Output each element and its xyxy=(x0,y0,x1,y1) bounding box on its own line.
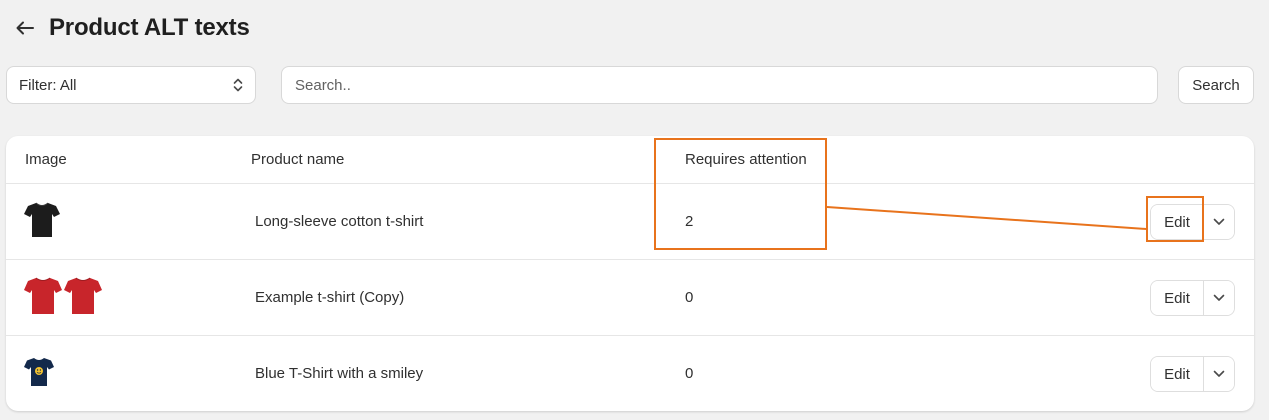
table-row[interactable]: Example t-shirt (Copy) 0 Edit xyxy=(6,260,1254,336)
chevron-down-icon xyxy=(1213,294,1225,301)
column-header-requires-attention: Requires attention xyxy=(685,151,807,168)
product-name: Blue T-Shirt with a smiley xyxy=(255,365,424,382)
attention-count: 0 xyxy=(685,365,694,382)
product-thumbnail[interactable] xyxy=(24,276,102,316)
navy-smiley-tshirt-icon xyxy=(24,358,54,386)
attention-count: 2 xyxy=(685,213,694,230)
table-row[interactable]: Long-sleeve cotton t-shirt 2 Edit xyxy=(6,184,1254,260)
red-tshirt-icon xyxy=(64,277,102,314)
edit-button[interactable]: Edit xyxy=(1151,357,1204,391)
search-input[interactable] xyxy=(281,66,1158,104)
product-thumbnail[interactable] xyxy=(24,352,54,392)
select-chevron-icon xyxy=(233,77,243,93)
chevron-down-icon xyxy=(1213,370,1225,377)
filter-select[interactable]: Filter: All xyxy=(6,66,256,104)
row-actions: Edit xyxy=(1150,356,1235,392)
page-header: Product ALT texts xyxy=(14,12,250,44)
table-header: Image Product name Requires attention xyxy=(6,136,1254,184)
product-name: Example t-shirt (Copy) xyxy=(255,289,405,306)
product-name: Long-sleeve cotton t-shirt xyxy=(255,213,424,230)
edit-button[interactable]: Edit xyxy=(1151,205,1204,239)
more-actions-button[interactable] xyxy=(1204,357,1234,391)
back-arrow-icon[interactable] xyxy=(14,17,36,39)
column-header-product-name: Product name xyxy=(251,151,345,168)
attention-count: 0 xyxy=(685,289,694,306)
black-tshirt-icon xyxy=(24,202,60,237)
more-actions-button[interactable] xyxy=(1204,281,1234,315)
product-thumbnail[interactable] xyxy=(24,200,60,240)
row-actions: Edit xyxy=(1150,280,1235,316)
page-title: Product ALT texts xyxy=(49,14,250,41)
chevron-down-icon xyxy=(1213,218,1225,225)
search-button[interactable]: Search xyxy=(1178,66,1254,104)
column-header-image: Image xyxy=(25,151,67,168)
filter-select-label: Filter: All xyxy=(19,76,77,94)
red-tshirt-icon xyxy=(24,277,62,314)
products-table: Image Product name Requires attention Lo… xyxy=(6,136,1254,411)
table-row[interactable]: Blue T-Shirt with a smiley 0 Edit xyxy=(6,336,1254,411)
more-actions-button[interactable] xyxy=(1204,205,1234,239)
row-actions: Edit xyxy=(1150,204,1235,240)
edit-button[interactable]: Edit xyxy=(1151,281,1204,315)
